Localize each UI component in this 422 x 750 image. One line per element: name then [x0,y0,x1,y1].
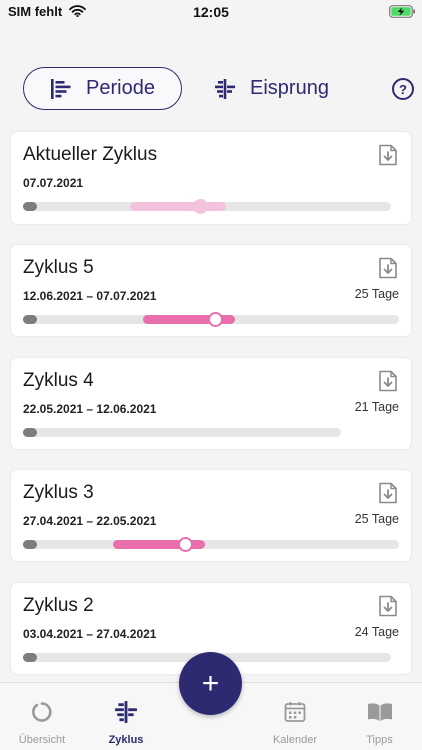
cycle-title: Zyklus 4 [23,370,94,391]
download-icon[interactable] [378,482,398,504]
download-icon[interactable] [378,370,398,392]
period-marker [23,202,37,211]
cycle-card-current[interactable]: Aktueller Zyklus 07.07.2021 [11,132,411,224]
tab-kalender[interactable]: Kalender [253,683,337,750]
circle-icon [32,702,52,722]
cycle-timeline [23,428,341,437]
cycle-list[interactable]: Aktueller Zyklus 07.07.2021 Zyklus 5 12.… [0,122,422,682]
tab-label: Tipps [366,734,393,746]
cycle-dates: 12.06.2021 – 07.07.2021 [23,289,157,303]
cycle-length: 21 Tage [354,400,399,414]
period-marker [23,315,37,324]
tab-label: Kalender [272,734,318,746]
ovulation-marker [193,199,208,214]
cycle-title: Aktueller Zyklus [23,144,158,165]
cycle-card-4[interactable]: Zyklus 4 22.05.2021 – 12.06.2021 21 Tage [11,358,411,449]
cycle-title: Zyklus 5 [23,257,94,278]
cycle-card-5[interactable]: Zyklus 5 12.06.2021 – 07.07.2021 25 Tage [11,245,411,336]
cycle-dates: 27.04.2021 – 22.05.2021 [23,514,157,528]
tab-zyklus[interactable]: Zyklus [84,683,168,750]
cycle-timeline [23,312,399,327]
cycle-title: Zyklus 2 [23,595,94,616]
calendar-icon [284,702,306,722]
cycle-length: 25 Tage [354,287,399,301]
tab-periode[interactable]: Periode [23,67,182,110]
download-icon[interactable] [378,595,398,617]
clock: 12:05 [193,4,229,20]
tab-eisprung-label: Eisprung [250,77,329,99]
ovulation-marker [208,312,223,327]
cycle-icon [115,701,137,723]
period-marker [23,653,37,662]
plus-icon: + [201,666,220,700]
ovulation-icon [215,78,235,99]
add-entry-button[interactable]: + [179,652,242,715]
tab-eisprung[interactable]: Eisprung [214,67,338,110]
tab-uebersicht[interactable]: Übersicht [0,683,84,750]
period-marker [23,428,37,437]
tab-periode-label: Periode [86,77,155,99]
tab-tipps[interactable]: Tipps [337,683,422,750]
period-marker [23,540,37,549]
ovulation-marker [178,537,193,552]
period-bars-icon [51,78,71,99]
tab-label: Zyklus [108,734,144,746]
cycle-length: 24 Tage [354,625,399,639]
cycle-timeline [23,199,391,214]
help-button[interactable]: ? [392,78,414,100]
book-icon [367,703,392,721]
cycle-dates: 07.07.2021 [23,176,84,190]
cycle-card-3[interactable]: Zyklus 3 27.04.2021 – 22.05.2021 25 Tage [11,470,411,561]
download-icon[interactable] [378,257,398,279]
cycle-timeline [23,537,399,552]
cycle-length: 25 Tage [354,512,399,526]
battery-charging-icon [389,5,415,18]
download-icon[interactable] [378,144,398,166]
cycle-title: Zyklus 3 [23,482,94,503]
fertile-window [130,202,226,211]
status-bar: SIM fehlt 12:05 [0,0,422,24]
cycle-dates: 22.05.2021 – 12.06.2021 [23,402,157,416]
cycle-dates: 03.04.2021 – 27.04.2021 [23,627,157,641]
tab-label: Übersicht [18,734,66,746]
